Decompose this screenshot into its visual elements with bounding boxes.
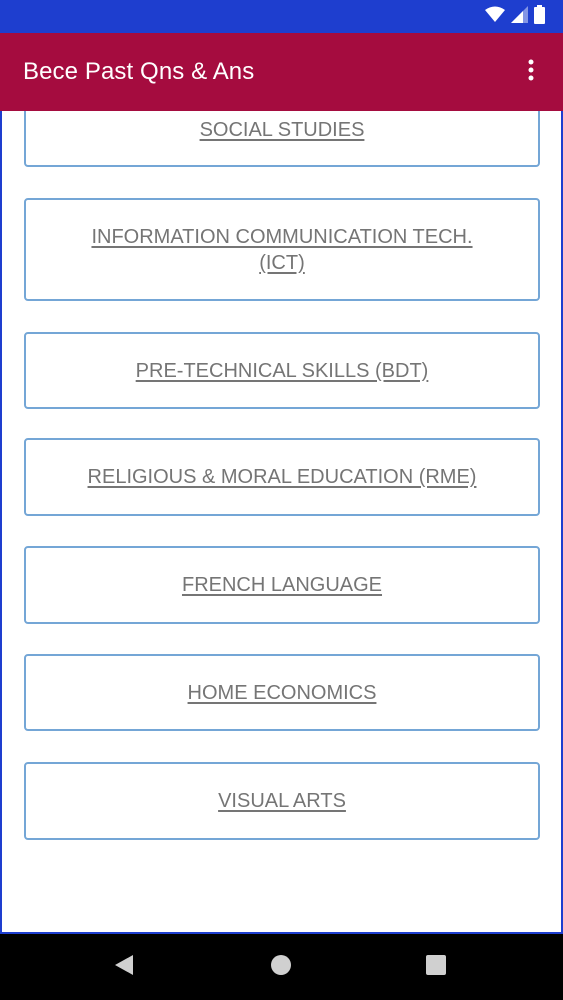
navigation-bar (0, 934, 563, 1000)
app-title: Bece Past Qns & Ans (23, 58, 255, 85)
app-bar: Bece Past Qns & Ans (0, 33, 563, 111)
subject-label: INFORMATION COMMUNICATION TECH. (ICT) (91, 225, 473, 274)
subject-label: PRE-TECHNICAL SKILLS (BDT) (135, 359, 429, 382)
battery-icon (534, 5, 545, 29)
overflow-menu-button[interactable] (513, 54, 549, 90)
recents-button[interactable] (420, 951, 452, 983)
subject-list[interactable]: SOCIAL STUDIES INFORMATION COMMUNICATION… (0, 111, 563, 934)
home-button[interactable] (265, 951, 297, 983)
subject-card-visual-arts[interactable]: VISUAL ARTS (24, 762, 540, 840)
subject-card-rme[interactable]: RELIGIOUS & MORAL EDUCATION (RME) (24, 438, 540, 516)
subject-card-french[interactable]: FRENCH LANGUAGE (24, 546, 540, 624)
more-vert-icon (528, 59, 534, 86)
back-button[interactable] (108, 951, 140, 983)
status-bar (0, 0, 563, 33)
subject-card-ict[interactable]: INFORMATION COMMUNICATION TECH. (ICT) (24, 198, 540, 301)
status-icons (485, 5, 545, 29)
subject-label: SOCIAL STUDIES (199, 119, 365, 141)
subject-label: HOME ECONOMICS (187, 681, 377, 704)
home-icon (270, 954, 292, 981)
recents-icon (426, 954, 446, 980)
subject-label: VISUAL ARTS (218, 790, 346, 812)
subject-card-pre-technical-skills[interactable]: PRE-TECHNICAL SKILLS (BDT) (24, 332, 540, 409)
subject-label: FRENCH LANGUAGE (181, 574, 383, 596)
back-icon (114, 954, 134, 981)
signal-icon (511, 6, 528, 28)
subject-card-home-economics[interactable]: HOME ECONOMICS (24, 654, 540, 731)
subject-label: RELIGIOUS & MORAL EDUCATION (RME) (87, 466, 477, 488)
subject-card-social-studies[interactable]: SOCIAL STUDIES (24, 111, 540, 167)
wifi-icon (485, 6, 505, 28)
